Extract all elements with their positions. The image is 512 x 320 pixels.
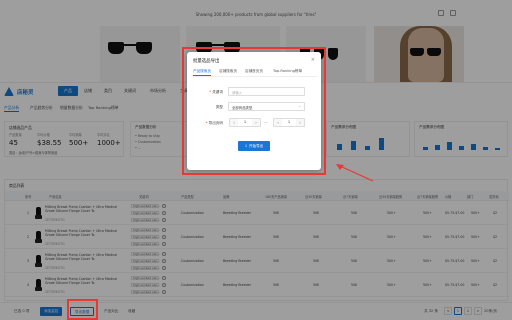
- highlight-box: [67, 299, 98, 320]
- highlight-box: [182, 47, 326, 175]
